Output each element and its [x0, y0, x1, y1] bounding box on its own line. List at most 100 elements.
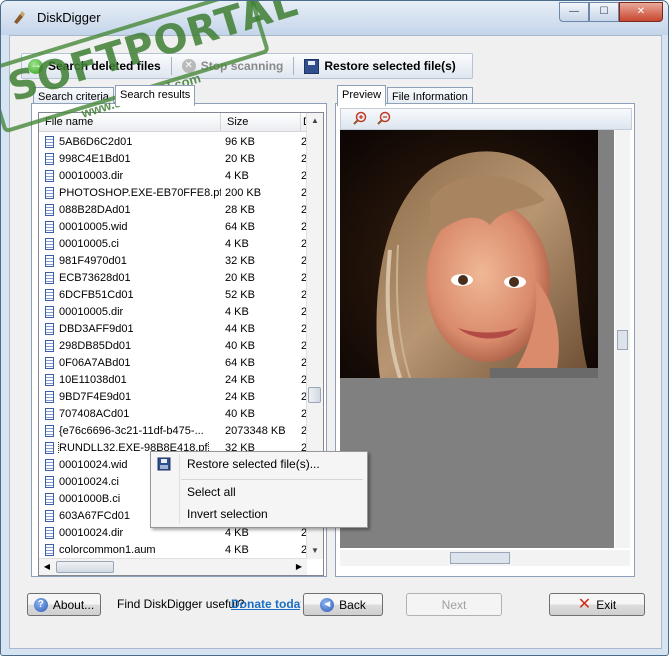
table-row[interactable]: DBD3AFF9d01 44 KB 2 — [39, 320, 307, 337]
file-name: 981F4970d01 — [59, 254, 127, 267]
go-arrow-icon — [28, 57, 43, 74]
donate-link[interactable]: Donate today! — [231, 597, 301, 611]
file-icon — [45, 135, 54, 148]
horizontal-scroll-thumb[interactable] — [56, 561, 114, 573]
image-preview — [340, 130, 614, 548]
file-size: 64 KB — [225, 220, 255, 233]
window-title: DiskDigger — [37, 10, 101, 25]
file-name: 707408ACd01 — [59, 407, 130, 420]
tab-preview[interactable]: Preview — [337, 85, 387, 106]
scroll-left-arrow-icon[interactable]: ◀ — [39, 559, 55, 575]
stop-scanning-button[interactable]: ✕ Stop scanning — [176, 55, 290, 77]
scroll-right-arrow-icon[interactable]: ▶ — [291, 559, 307, 575]
file-name-cell: 9BD7F4E9d01 — [39, 390, 221, 403]
stop-icon: ✕ — [181, 59, 196, 73]
file-icon — [45, 475, 54, 488]
search-deleted-files-button[interactable]: Search deleted files — [22, 55, 167, 77]
table-row[interactable]: 00010005.wid 64 KB 2 — [39, 218, 307, 235]
maximize-button[interactable]: ☐ — [589, 2, 619, 22]
toolbar-separator — [293, 57, 295, 75]
exit-label: Exit — [596, 597, 617, 612]
restore-selected-files-button[interactable]: Restore selected file(s) — [298, 55, 461, 77]
diskdigger-window: DiskDigger — ☐ ✕ Search deleted files ✕ … — [0, 0, 669, 656]
table-row[interactable]: 5AB6D6C2d01 96 KB 2 — [39, 133, 307, 150]
file-name: DBD3AFF9d01 — [59, 322, 134, 335]
file-name-cell: 00010005.ci — [39, 237, 221, 250]
table-row[interactable]: 00010005.ci 4 KB 2 — [39, 235, 307, 252]
file-icon — [45, 458, 54, 471]
table-row[interactable]: 707408ACd01 40 KB 2 — [39, 405, 307, 422]
preview-horizontal-scroll-thumb[interactable] — [450, 552, 510, 564]
preview-horizontal-scrollbar[interactable] — [340, 550, 630, 566]
file-size: 20 KB — [225, 152, 255, 165]
table-row[interactable]: 00010005.dir 4 KB 2 — [39, 303, 307, 320]
file-name-cell: 0F06A7ABd01 — [39, 356, 221, 369]
tab-search-results[interactable]: Search results — [115, 85, 196, 106]
table-row[interactable]: 0F06A7ABd01 64 KB 2 — [39, 354, 307, 371]
menu-item-invert-selection[interactable]: Invert selection — [187, 507, 268, 521]
minimize-button[interactable]: — — [559, 2, 589, 22]
file-name-cell: 088B28DAd01 — [39, 203, 221, 216]
file-name-cell: 298DB85Dd01 — [39, 339, 221, 352]
about-button[interactable]: ? About... — [27, 593, 101, 616]
table-row[interactable]: 00010003.dir 4 KB 2 — [39, 167, 307, 184]
file-name: 00010024.dir — [59, 526, 124, 539]
column-file-name[interactable]: File name — [39, 113, 221, 131]
table-row[interactable]: colorcommon1.aum 4 KB 2 — [39, 541, 307, 558]
preview-vertical-scrollbar[interactable] — [615, 130, 630, 548]
scroll-down-arrow-icon[interactable]: ▼ — [307, 543, 323, 559]
donate-prompt: Find DiskDigger useful? — [117, 597, 245, 611]
table-row[interactable]: 9BD7F4E9d01 24 KB 2 — [39, 388, 307, 405]
table-row[interactable]: 998C4E1Bd01 20 KB 2 — [39, 150, 307, 167]
table-row[interactable]: 088B28DAd01 28 KB 2 — [39, 201, 307, 218]
file-icon — [45, 186, 54, 199]
results-horizontal-scrollbar[interactable]: ◀ ▶ — [39, 558, 307, 575]
menu-item-restore[interactable]: Restore selected file(s)... — [187, 457, 320, 471]
file-icon — [45, 424, 54, 437]
table-row[interactable]: 6DCFB51Cd01 52 KB 2 — [39, 286, 307, 303]
scroll-up-arrow-icon[interactable]: ▲ — [307, 113, 323, 129]
title-bar[interactable]: DiskDigger — ☐ ✕ — [1, 1, 668, 35]
next-button[interactable]: Next — [406, 593, 502, 616]
file-name-cell: {e76c6696-3c21-11df-b475-... — [39, 424, 221, 437]
table-row[interactable]: ECB73628d01 20 KB 2 — [39, 269, 307, 286]
zoom-out-icon[interactable] — [377, 111, 391, 125]
back-arrow-icon: ◄ — [320, 597, 335, 612]
file-icon — [45, 339, 54, 352]
file-name: ECB73628d01 — [59, 271, 131, 284]
file-icon — [45, 254, 54, 267]
help-icon: ? — [33, 597, 48, 612]
zoom-in-icon[interactable] — [353, 111, 367, 125]
scroll-thumb[interactable] — [308, 387, 321, 403]
table-row[interactable]: 981F4970d01 32 KB 2 — [39, 252, 307, 269]
file-size: 64 KB — [225, 356, 255, 369]
main-toolbar: Search deleted files ✕ Stop scanning Res… — [21, 53, 473, 79]
file-name: PHOTOSHOP.EXE-EB70FFE8.pf — [59, 186, 221, 199]
back-label: Back — [339, 597, 366, 612]
table-row[interactable]: PHOTOSHOP.EXE-EB70FFE8.pf 200 KB 2 — [39, 184, 307, 201]
table-row[interactable]: 10E11038d01 24 KB 2 — [39, 371, 307, 388]
exit-button[interactable]: ✕ Exit — [549, 593, 645, 616]
preview-scroll-thumb[interactable] — [617, 330, 628, 350]
file-icon — [45, 220, 54, 233]
file-name-cell: DBD3AFF9d01 — [39, 322, 221, 335]
right-panel: Preview File Information — [335, 85, 635, 577]
table-row[interactable]: {e76c6696-3c21-11df-b475-... 2073348 KB 2 — [39, 422, 307, 439]
menu-item-select-all[interactable]: Select all — [187, 485, 236, 499]
close-button[interactable]: ✕ — [619, 2, 663, 22]
table-row[interactable]: 298DB85Dd01 40 KB 2 — [39, 337, 307, 354]
exit-x-icon: ✕ — [577, 595, 592, 613]
file-icon — [45, 390, 54, 403]
file-name: 00010024.ci — [59, 475, 119, 488]
column-size[interactable]: Size — [221, 113, 301, 131]
file-name-cell: 00010005.wid — [39, 220, 221, 233]
file-size: 96 KB — [225, 135, 255, 148]
file-name: 10E11038d01 — [59, 373, 127, 386]
file-name-cell: 981F4970d01 — [39, 254, 221, 267]
back-button[interactable]: ◄ Back — [303, 593, 383, 616]
file-name: 998C4E1Bd01 — [59, 152, 131, 165]
file-name: 0001000B.ci — [59, 492, 121, 505]
file-size: 20 KB — [225, 271, 255, 284]
file-name: 0F06A7ABd01 — [59, 356, 131, 369]
file-size: 52 KB — [225, 288, 255, 301]
